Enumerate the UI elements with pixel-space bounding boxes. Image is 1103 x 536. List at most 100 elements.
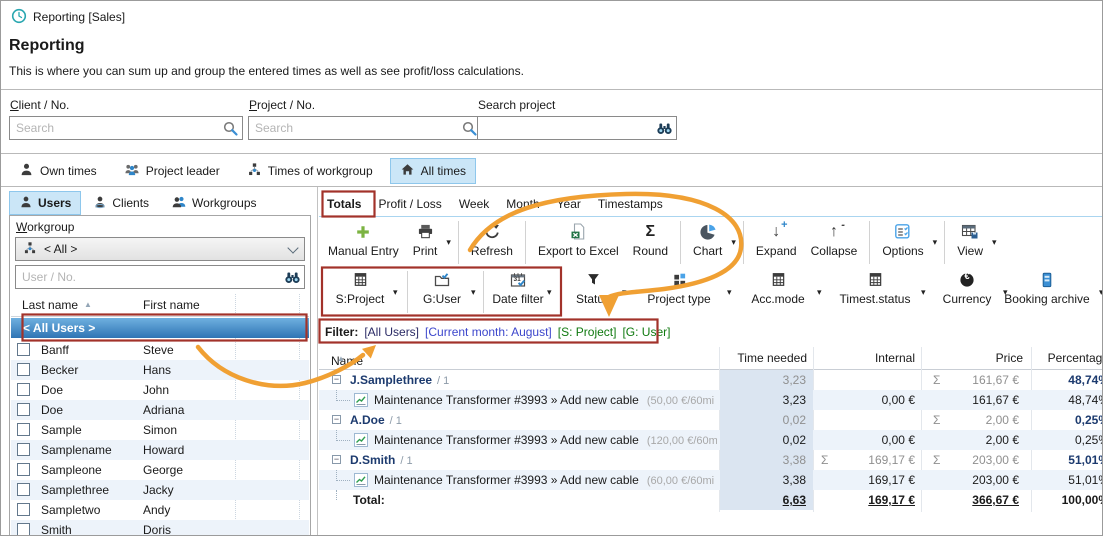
dropdown-arrow-icon[interactable]: ▾ xyxy=(921,287,926,298)
group-row[interactable]: − A.Doe/ 1 0,02 Σ2,00 € 0,25% xyxy=(319,410,1102,430)
tab-all-times[interactable]: All times xyxy=(390,158,476,184)
manual-entry-button[interactable]: Manual Entry xyxy=(321,219,406,266)
page-description: This is where you can sum up and group t… xyxy=(9,64,524,78)
tree-collapse-toggle[interactable]: − xyxy=(332,455,341,464)
column-header-percentage[interactable]: Percentage xyxy=(1017,351,1103,365)
tab-profit-loss[interactable]: Profit / Loss xyxy=(378,197,441,211)
user-row[interactable]: SampletwoAndy xyxy=(11,500,309,520)
booking-archive-button[interactable]: Booking archive xyxy=(997,269,1097,315)
checkbox[interactable] xyxy=(17,423,30,436)
currency-button[interactable]: € Currency xyxy=(937,269,997,315)
workgroup-select[interactable]: < All > xyxy=(15,237,305,261)
tab-month[interactable]: Month xyxy=(506,197,539,211)
group-row[interactable]: − D.Smith/ 1 3,38 Σ169,17 € Σ203,00 € 51… xyxy=(319,450,1102,470)
cell-percentage: 0,25% xyxy=(1017,410,1103,430)
tab-timestamps[interactable]: Timestamps xyxy=(598,197,663,211)
acc-mode-filter-button[interactable]: Acc.mode xyxy=(745,269,811,315)
chart-button[interactable]: Chart xyxy=(686,219,729,266)
checkbox[interactable] xyxy=(17,483,30,496)
date-filter-button[interactable]: 31 Date filter xyxy=(487,269,549,315)
options-button[interactable]: Options xyxy=(875,219,930,266)
column-header-internal[interactable]: Internal xyxy=(813,351,915,365)
user-row[interactable]: BanffSteve xyxy=(11,340,309,360)
search-icon[interactable] xyxy=(461,120,478,137)
cell-internal: Σ169,17 € xyxy=(813,450,921,470)
status-filter-button[interactable]: Status xyxy=(567,269,619,315)
tab-clients[interactable]: Clients xyxy=(83,191,159,215)
column-header-first-name[interactable]: First name xyxy=(143,298,200,312)
user-row[interactable]: SmithDoris xyxy=(11,520,309,536)
user-row[interactable]: DoeAdriana xyxy=(11,400,309,420)
refresh-button[interactable]: Refresh xyxy=(464,219,520,266)
collapse-button[interactable]: ↑- Collapse xyxy=(804,219,865,266)
checkbox[interactable] xyxy=(17,523,30,536)
export-to-excel-button[interactable]: Export to Excel xyxy=(531,219,626,266)
client-search-input[interactable] xyxy=(10,117,242,139)
dropdown-arrow-icon[interactable]: ▾ xyxy=(446,237,451,248)
main-toolbar: Manual Entry Print ▾ Refresh Export to E… xyxy=(321,219,999,266)
dropdown-arrow-icon[interactable]: ▾ xyxy=(393,287,398,298)
tab-own-times[interactable]: Own times xyxy=(9,158,107,184)
user-row[interactable]: SamplethreeJacky xyxy=(11,480,309,500)
user-row[interactable]: SampleoneGeorge xyxy=(11,460,309,480)
tab-times-of-workgroup[interactable]: Times of workgroup xyxy=(237,158,383,184)
detail-row[interactable]: Maintenance Transformer #3993 » Add new … xyxy=(319,430,1102,450)
dropdown-arrow-icon[interactable]: ▾ xyxy=(992,237,997,248)
search-icon[interactable] xyxy=(222,120,239,137)
tab-project-leader[interactable]: Project leader xyxy=(114,158,230,184)
project-type-filter-button[interactable]: Project type xyxy=(637,269,721,315)
column-header-last-name[interactable]: Last name▲ xyxy=(22,298,92,312)
user-row[interactable]: SampleSimon xyxy=(11,420,309,440)
excel-export-icon xyxy=(570,221,587,242)
total-label: Total: xyxy=(353,493,385,507)
checkbox[interactable] xyxy=(17,383,30,396)
tree-collapse-toggle[interactable]: − xyxy=(332,375,341,384)
detail-row[interactable]: Maintenance Transformer #3993 » Add new … xyxy=(319,390,1102,410)
group-row[interactable]: − J.Samplethree/ 1 3,23 Σ161,67 € 48,74% xyxy=(319,370,1102,390)
checkbox[interactable] xyxy=(17,343,30,356)
dropdown-arrow-icon[interactable]: ▾ xyxy=(471,287,476,298)
detail-row[interactable]: Maintenance Transformer #3993 » Add new … xyxy=(319,470,1102,490)
tab-users[interactable]: Users xyxy=(9,191,81,215)
tab-year[interactable]: Year xyxy=(557,197,581,211)
dropdown-arrow-icon[interactable]: ▾ xyxy=(727,287,732,298)
user-row[interactable]: BeckerHans xyxy=(11,360,309,380)
pie-chart-icon xyxy=(699,221,717,242)
column-header-price[interactable]: Price xyxy=(921,351,1023,365)
expand-button[interactable]: ↓+ Expand xyxy=(749,219,804,266)
tab-totals[interactable]: Totals xyxy=(327,197,361,211)
button-label: Date filter xyxy=(492,292,543,306)
user-row[interactable]: SamplenameHoward xyxy=(11,440,309,460)
user-search-input[interactable] xyxy=(16,266,304,288)
dropdown-arrow-icon[interactable]: ▾ xyxy=(547,287,552,298)
checkbox[interactable] xyxy=(17,443,30,456)
sort-project-button[interactable]: S:Project xyxy=(325,269,395,315)
dropdown-arrow-icon[interactable]: ▾ xyxy=(933,237,938,248)
tab-workgroups[interactable]: Workgroups xyxy=(161,191,266,215)
dropdown-arrow-icon[interactable]: ▾ xyxy=(1099,287,1103,298)
round-button[interactable]: Σ Round xyxy=(626,219,675,266)
checkbox[interactable] xyxy=(17,403,30,416)
dropdown-arrow-icon[interactable]: ▾ xyxy=(731,237,736,248)
all-users-row[interactable]: < All Users > xyxy=(11,318,309,338)
column-header-time-needed[interactable]: Time needed xyxy=(691,351,807,365)
dropdown-arrow-icon[interactable]: ▾ xyxy=(622,287,627,298)
search-project-input[interactable] xyxy=(478,117,676,139)
print-button[interactable]: Print xyxy=(406,219,445,266)
entry-count: / 1 xyxy=(400,455,412,467)
view-button[interactable]: View xyxy=(950,219,990,266)
entry-count: / 1 xyxy=(390,415,402,427)
timestamp-status-filter-button[interactable]: Timest.status xyxy=(833,269,917,315)
binoculars-icon[interactable] xyxy=(284,269,301,286)
tab-week[interactable]: Week xyxy=(459,197,489,211)
checkbox[interactable] xyxy=(17,503,30,516)
dropdown-arrow-icon[interactable]: ▾ xyxy=(817,287,822,298)
user-row[interactable]: DoeJohn xyxy=(11,380,309,400)
binoculars-icon[interactable] xyxy=(656,120,673,137)
group-user-button[interactable]: G:User xyxy=(413,269,471,315)
tree-collapse-toggle[interactable]: − xyxy=(332,415,341,424)
checkbox[interactable] xyxy=(17,363,30,376)
project-search-field xyxy=(248,116,482,140)
project-search-input[interactable] xyxy=(249,117,481,139)
checkbox[interactable] xyxy=(17,463,30,476)
